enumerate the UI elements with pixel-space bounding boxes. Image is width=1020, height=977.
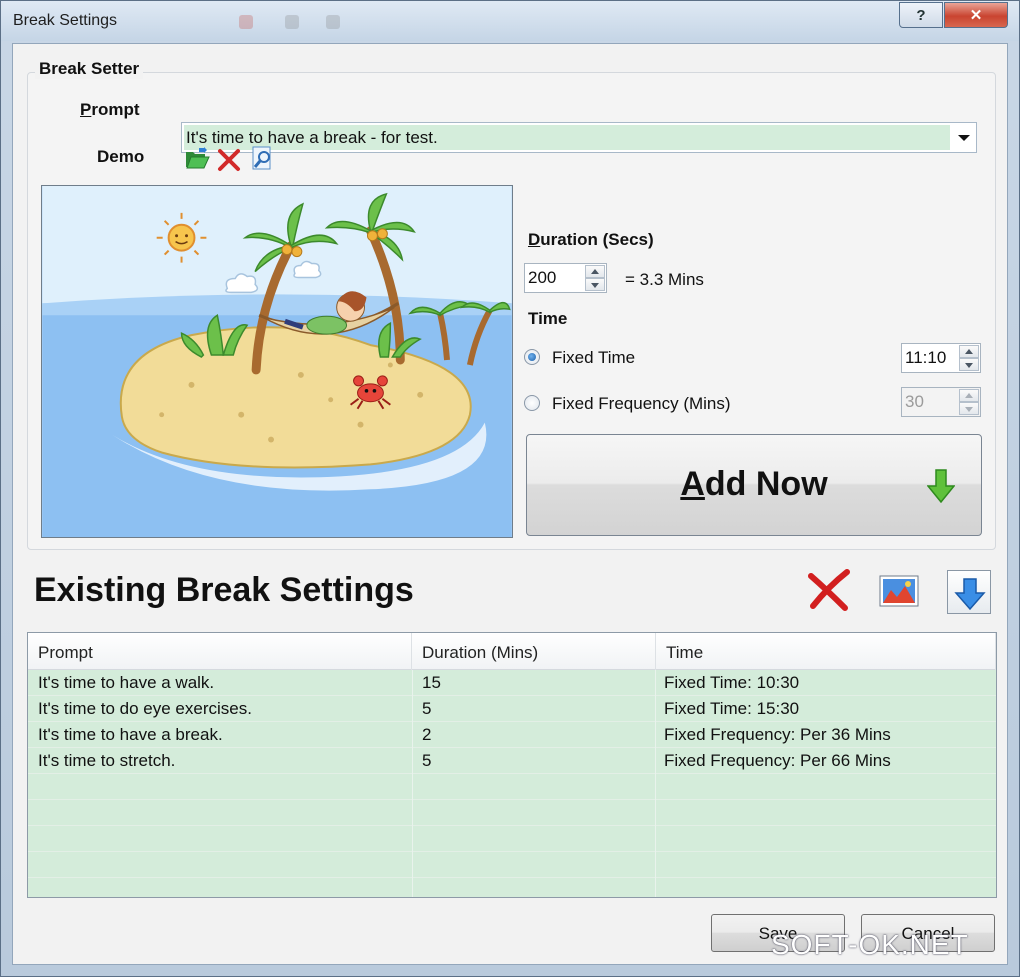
- dialog-client-area: Prompt It's time to have a break - for t…: [12, 43, 1008, 965]
- row-time: Fixed Time: 10:30: [664, 673, 800, 692]
- duration-label: Duration (Secs): [528, 230, 654, 249]
- spin-down-icon[interactable]: [959, 402, 979, 415]
- spin-down-icon[interactable]: [585, 278, 605, 291]
- spin-up-icon[interactable]: [959, 389, 979, 402]
- title-ghost-icon: [285, 15, 299, 29]
- table-row[interactable]: It's time to do eye exercises. 5 Fixed T…: [28, 696, 996, 722]
- fixed-time-radio[interactable]: [524, 349, 540, 365]
- existing-settings-list[interactable]: Prompt Duration (Mins) Time It's time to…: [27, 632, 997, 898]
- folder-open-icon[interactable]: [184, 145, 210, 171]
- row-duration: 15: [422, 673, 441, 692]
- row-time: Fixed Frequency: Per 36 Mins: [664, 725, 891, 744]
- image-icon[interactable]: [877, 570, 921, 614]
- arrow-down-icon: [927, 469, 955, 503]
- existing-settings-title: Existing Break Settings: [34, 571, 414, 609]
- fixed-frequency-radio[interactable]: [524, 395, 540, 411]
- fixed-time-spinner[interactable]: 11:10: [901, 343, 981, 373]
- demo-image-island: [41, 185, 513, 538]
- spin-up-icon[interactable]: [585, 265, 605, 278]
- close-button[interactable]: ✕: [944, 2, 1008, 28]
- row-time: Fixed Time: 15:30: [664, 699, 800, 718]
- row-prompt: It's time to do eye exercises.: [38, 699, 252, 718]
- title-ghost-icon: [326, 15, 340, 29]
- fixed-frequency-spinner[interactable]: 30: [901, 387, 981, 417]
- list-header: Prompt Duration (Mins) Time: [28, 633, 996, 670]
- fixed-frequency-label[interactable]: Fixed Frequency (Mins): [552, 394, 731, 414]
- download-button[interactable]: [947, 570, 991, 614]
- demo-label: Demo: [97, 147, 145, 166]
- delete-x-icon[interactable]: [216, 147, 242, 173]
- table-row[interactable]: It's time to have a break. 2 Fixed Frequ…: [28, 722, 996, 748]
- preview-magnify-icon[interactable]: [250, 145, 276, 171]
- column-header-duration[interactable]: Duration (Mins): [412, 633, 656, 670]
- prompt-label: Prompt: [80, 100, 140, 119]
- column-divider: [412, 670, 413, 897]
- help-icon: ?: [916, 6, 926, 24]
- empty-row: [28, 774, 996, 800]
- window-title: Break Settings: [13, 12, 118, 29]
- download-arrow-icon: [954, 578, 986, 611]
- delete-red-x-icon[interactable]: [807, 568, 851, 612]
- chevron-down-icon[interactable]: [958, 135, 970, 141]
- fixed-frequency-spin-buttons[interactable]: [959, 389, 979, 415]
- table-row[interactable]: It's time to have a walk. 15 Fixed Time:…: [28, 670, 996, 696]
- empty-row: [28, 800, 996, 826]
- spin-down-icon[interactable]: [959, 358, 979, 371]
- break-setter-legend: Break Setter: [35, 59, 144, 79]
- row-prompt: It's time to have a walk.: [38, 673, 215, 692]
- column-divider: [655, 670, 656, 897]
- add-now-button[interactable]: Add Now: [526, 434, 982, 536]
- duration-conversion: = 3.3 Mins: [625, 270, 704, 289]
- list-body: It's time to have a walk. 15 Fixed Time:…: [28, 670, 996, 897]
- title-bar[interactable]: Break Settings ? ✕: [1, 1, 1019, 41]
- column-header-prompt[interactable]: Prompt: [28, 633, 412, 670]
- prompt-combobox[interactable]: It's time to have a break - for test.: [181, 122, 977, 153]
- column-header-time[interactable]: Time: [656, 633, 996, 670]
- fixed-frequency-value[interactable]: 30: [905, 392, 924, 412]
- empty-row: [28, 826, 996, 852]
- break-settings-window: Break Settings ? ✕ Prompt It's time to h…: [0, 0, 1020, 977]
- row-duration: 2: [422, 725, 432, 744]
- duration-spin-buttons[interactable]: [585, 265, 605, 291]
- row-duration: 5: [422, 699, 432, 718]
- prompt-input[interactable]: It's time to have a break - for test.: [184, 125, 950, 150]
- duration-value[interactable]: 200: [528, 268, 556, 288]
- close-icon: ✕: [969, 7, 983, 24]
- time-label: Time: [528, 309, 568, 328]
- duration-spinner[interactable]: 200: [524, 263, 607, 293]
- help-button[interactable]: ?: [899, 2, 943, 28]
- table-row[interactable]: It's time to stretch. 5 Fixed Frequency:…: [28, 748, 996, 774]
- row-prompt: It's time to stretch.: [38, 751, 176, 770]
- break-setter-group: Prompt It's time to have a break - for t…: [27, 72, 996, 550]
- fixed-time-value[interactable]: 11:10: [905, 348, 946, 368]
- row-prompt: It's time to have a break.: [38, 725, 223, 744]
- title-ghost-icon: [239, 15, 253, 29]
- spin-up-icon[interactable]: [959, 345, 979, 358]
- empty-row: [28, 852, 996, 878]
- fixed-time-spin-buttons[interactable]: [959, 345, 979, 371]
- watermark-text: SOFT-OK.NET: [771, 929, 969, 960]
- row-time: Fixed Frequency: Per 66 Mins: [664, 751, 891, 770]
- add-now-label: Add Now: [680, 465, 828, 503]
- fixed-time-label[interactable]: Fixed Time: [552, 348, 635, 368]
- row-duration: 5: [422, 751, 432, 770]
